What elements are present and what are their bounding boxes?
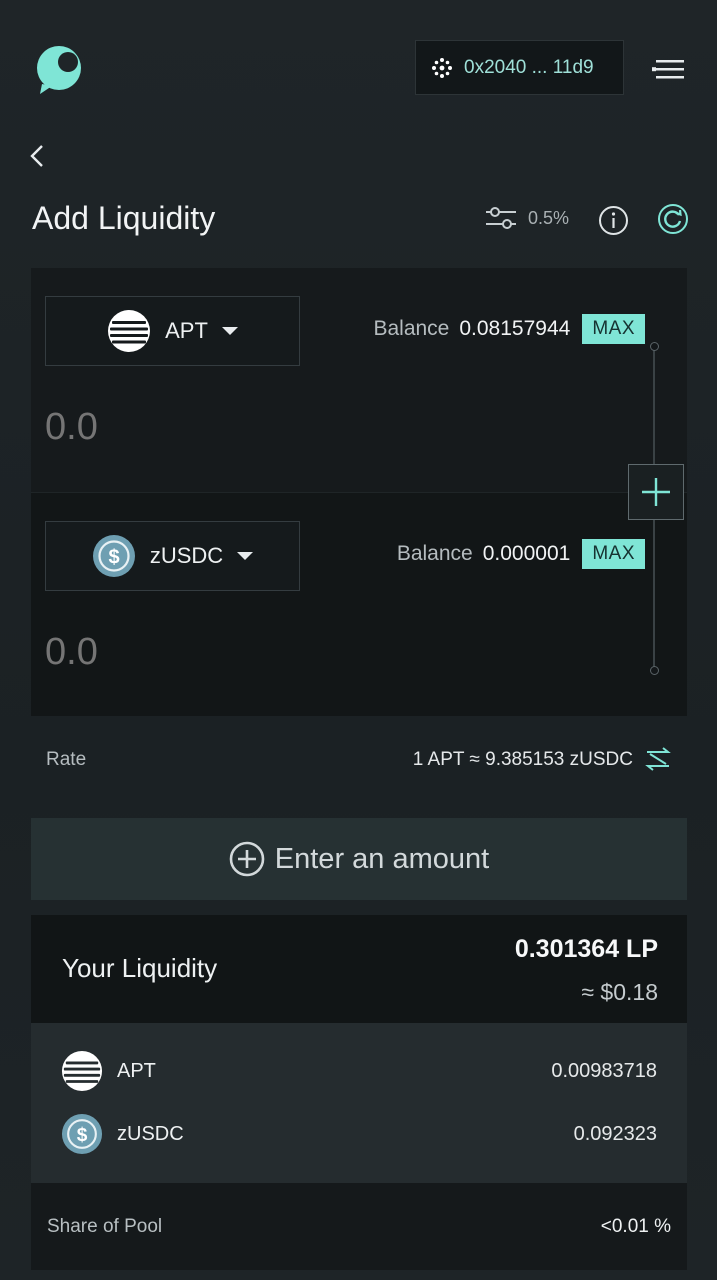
chevron-down-icon [221,327,238,335]
wallet-address: 0x2040 ... 11d9 [464,56,594,78]
lp-amount: 0.301364 LP [514,935,658,963]
share-of-pool-row: Share of Pool <0.01 % [31,1183,687,1270]
token-b-panel: $ zUSDC Balance 0.000001 MAX [31,492,687,716]
network-icon [432,57,452,78]
balance-label: Balance [373,317,450,340]
liquidity-input-card: APT Balance 0.08157944 MAX $ zUSDC [31,268,687,716]
token-b-balance: Balance 0.000001 MAX [397,539,645,569]
aptos-icon [61,1050,103,1092]
enter-amount-button[interactable]: Enter an amount [31,818,687,900]
token-b-amount-input[interactable] [45,631,345,674]
usdc-icon: $ [61,1113,103,1155]
app-logo-icon[interactable] [32,40,88,96]
token-a-amount-input[interactable] [45,406,345,449]
sliders-icon [486,207,516,229]
wallet-address-button[interactable]: 0x2040 ... 11d9 [415,40,624,95]
aptos-icon [108,310,151,352]
enter-amount-label: Enter an amount [274,842,490,875]
add-token-button[interactable] [628,464,684,520]
svg-text:$: $ [77,1125,88,1146]
swap-direction-icon[interactable] [644,746,672,772]
position-amount: 0.092323 [573,1122,657,1145]
token-a-balance: Balance 0.08157944 MAX [373,314,645,344]
refresh-icon[interactable] [657,203,689,235]
share-of-pool-label: Share of Pool [47,1216,163,1237]
token-a-panel: APT Balance 0.08157944 MAX [31,268,687,492]
position-amount: 0.00983718 [551,1059,657,1082]
lp-usd-value: ≈ $0.18 [581,979,658,1005]
rate-label: Rate [46,749,87,770]
menu-icon[interactable] [652,57,686,81]
connector-dot [650,342,659,351]
slippage-settings-button[interactable]: 0.5% [484,204,569,232]
add-circle-icon [229,841,265,877]
app-screen: 0x2040 ... 11d9 Add Liquidity 0.5% APT B… [0,0,717,1280]
token-b-max-button[interactable]: MAX [582,539,645,569]
token-a-max-button[interactable]: MAX [582,314,645,344]
info-icon[interactable] [598,205,629,236]
liquidity-positions: APT 0.00983718 $ zUSDC 0.092323 [31,1023,687,1183]
plus-icon [642,478,670,506]
position-row: APT 0.00983718 [61,1049,657,1093]
balance-value: 0.000001 [482,542,571,565]
usdc-icon: $ [92,535,135,577]
position-symbol: zUSDC [117,1122,184,1145]
balance-label: Balance [396,542,473,565]
position-row: $ zUSDC 0.092323 [61,1112,657,1156]
token-b-symbol: zUSDC [149,543,224,568]
token-a-select[interactable]: APT [45,296,300,366]
token-b-select[interactable]: $ zUSDC [45,521,300,591]
back-chevron-icon[interactable] [26,142,50,170]
chevron-down-icon [237,552,254,560]
share-of-pool-value: <0.01 % [600,1216,671,1237]
your-liquidity-title: Your Liquidity [62,953,218,983]
balance-value: 0.08157944 [459,317,571,340]
svg-text:$: $ [108,547,119,569]
token-a-symbol: APT [165,318,208,343]
rate-value: 1 APT ≈ 9.385153 zUSDC [412,749,633,770]
your-liquidity-card: Your Liquidity 0.301364 LP ≈ $0.18 APT 0… [31,915,687,1270]
slippage-value: 0.5% [528,207,570,228]
your-liquidity-header: Your Liquidity 0.301364 LP ≈ $0.18 [31,915,687,1023]
connector-dot [650,666,659,675]
page-title: Add Liquidity [32,200,216,236]
position-symbol: APT [117,1059,156,1082]
